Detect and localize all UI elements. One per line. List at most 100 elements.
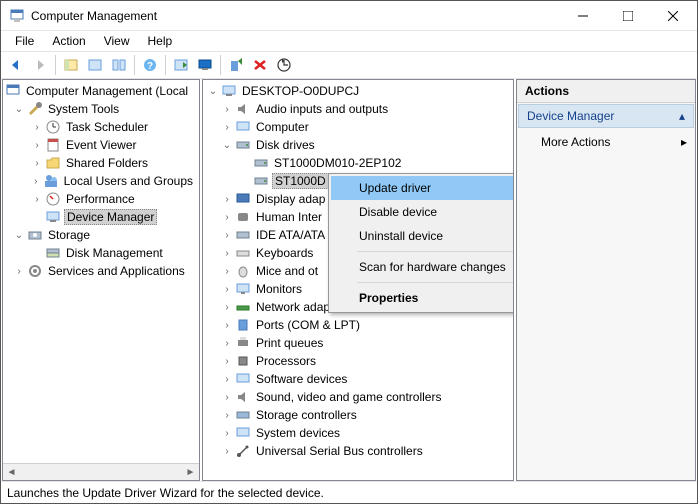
actions-section[interactable]: Device Manager ▴ — [518, 104, 694, 128]
collapse-icon[interactable]: ⌄ — [13, 229, 25, 241]
expand-icon[interactable]: › — [221, 445, 233, 457]
actions-header: Actions — [517, 80, 695, 103]
expand-icon[interactable]: › — [31, 157, 43, 169]
tree-local-users[interactable]: › Local Users and Groups — [3, 172, 199, 190]
device-ports[interactable]: ›Ports (COM & LPT) — [203, 316, 513, 334]
menu-disable-device[interactable]: Disable device — [331, 200, 514, 224]
tree-root[interactable]: Computer Management (Local — [3, 82, 199, 100]
device-print[interactable]: ›Print queues — [203, 334, 513, 352]
view-button-2[interactable] — [108, 54, 130, 76]
menu-uninstall-device[interactable]: Uninstall device — [331, 224, 514, 248]
tree-system-tools[interactable]: ⌄ System Tools — [3, 100, 199, 118]
tree-services[interactable]: › Services and Applications — [3, 262, 199, 280]
pc-icon — [235, 119, 251, 135]
collapse-icon[interactable]: ⌄ — [13, 103, 25, 115]
software-icon — [235, 371, 251, 387]
expand-icon[interactable]: › — [221, 193, 233, 205]
expand-icon[interactable]: › — [31, 193, 43, 205]
device-processors[interactable]: ›Processors — [203, 352, 513, 370]
expand-icon[interactable]: › — [221, 373, 233, 385]
performance-icon — [45, 191, 61, 207]
menu-action[interactable]: Action — [44, 32, 93, 50]
expand-icon[interactable]: › — [221, 211, 233, 223]
tree-event-viewer[interactable]: › Event Viewer — [3, 136, 199, 154]
expand-icon[interactable]: › — [31, 121, 43, 133]
device-root[interactable]: ⌄ DESKTOP-O0DUPCJ — [203, 82, 513, 100]
expand-icon[interactable]: › — [221, 355, 233, 367]
expand-icon[interactable]: › — [31, 139, 43, 151]
device-disk-1[interactable]: ST1000DM010-2EP102 — [203, 154, 513, 172]
expand-icon[interactable]: › — [221, 229, 233, 241]
minimize-button[interactable] — [560, 1, 605, 30]
device-storage-ctrl[interactable]: ›Storage controllers — [203, 406, 513, 424]
collapse-icon[interactable]: ⌄ — [221, 139, 233, 151]
computer-mgmt-icon — [5, 83, 21, 99]
clock-icon — [45, 119, 61, 135]
expand-icon[interactable]: › — [221, 247, 233, 259]
device-audio[interactable]: ›Audio inputs and outputs — [203, 100, 513, 118]
menu-properties[interactable]: Properties — [331, 286, 514, 310]
forward-button[interactable] — [29, 54, 51, 76]
device-disk-drives[interactable]: ⌄Disk drives — [203, 136, 513, 154]
expand-icon[interactable]: › — [31, 175, 41, 187]
svg-text:?: ? — [147, 61, 153, 72]
expand-icon[interactable]: › — [221, 409, 233, 421]
computer-icon — [221, 83, 237, 99]
title-bar: Computer Management — [1, 1, 697, 31]
action-button-1[interactable] — [170, 54, 192, 76]
mouse-icon — [235, 263, 251, 279]
tree-shared-folders[interactable]: › Shared Folders — [3, 154, 199, 172]
uninstall-button[interactable] — [249, 54, 271, 76]
expand-icon[interactable]: › — [221, 391, 233, 403]
expand-icon[interactable]: › — [221, 301, 233, 313]
tree-device-manager[interactable]: Device Manager — [3, 208, 199, 226]
collapse-arrow-icon: ▴ — [679, 109, 685, 123]
tree-disk-management[interactable]: Disk Management — [3, 244, 199, 262]
shared-folder-icon — [45, 155, 61, 171]
details-pane: ⌄ DESKTOP-O0DUPCJ ›Audio inputs and outp… — [202, 79, 514, 481]
expand-icon[interactable]: › — [221, 103, 233, 115]
hid-icon — [235, 209, 251, 225]
menu-separator — [357, 251, 514, 252]
device-software[interactable]: ›Software devices — [203, 370, 513, 388]
monitor-button[interactable] — [194, 54, 216, 76]
usb-icon — [235, 443, 251, 459]
event-icon — [45, 137, 61, 153]
close-button[interactable] — [650, 1, 695, 30]
menu-bar: File Action View Help — [1, 31, 697, 51]
actions-more[interactable]: More Actions ▸ — [517, 129, 695, 155]
maximize-button[interactable] — [605, 1, 650, 30]
help-button[interactable]: ? — [139, 54, 161, 76]
view-button-1[interactable] — [84, 54, 106, 76]
menu-file[interactable]: File — [7, 32, 42, 50]
update-driver-button[interactable] — [225, 54, 247, 76]
display-icon — [235, 191, 251, 207]
tree-storage[interactable]: ⌄ Storage — [3, 226, 199, 244]
collapse-icon[interactable]: ⌄ — [207, 85, 219, 97]
expand-icon[interactable]: › — [221, 319, 233, 331]
device-sound[interactable]: ›Sound, video and game controllers — [203, 388, 513, 406]
expand-icon[interactable]: › — [221, 337, 233, 349]
disk-mgmt-icon — [45, 245, 61, 261]
expand-icon[interactable]: › — [221, 427, 233, 439]
tree-performance[interactable]: › Performance — [3, 190, 199, 208]
storage-ctrl-icon — [235, 407, 251, 423]
menu-update-driver[interactable]: Update driver — [331, 176, 514, 200]
expand-icon[interactable]: › — [13, 265, 25, 277]
expand-icon[interactable]: › — [221, 283, 233, 295]
device-computer[interactable]: ›Computer — [203, 118, 513, 136]
device-usb[interactable]: ›Universal Serial Bus controllers — [203, 442, 513, 460]
back-button[interactable] — [5, 54, 27, 76]
menu-view[interactable]: View — [96, 32, 138, 50]
show-hide-button[interactable] — [60, 54, 82, 76]
scrollbar-horizontal[interactable]: ◄► — [3, 463, 199, 480]
menu-help[interactable]: Help — [140, 32, 181, 50]
device-system[interactable]: ›System devices — [203, 424, 513, 442]
tree-task-scheduler[interactable]: › Task Scheduler — [3, 118, 199, 136]
monitor-icon — [235, 281, 251, 297]
expand-icon[interactable]: › — [221, 265, 233, 277]
menu-scan-hardware[interactable]: Scan for hardware changes — [331, 255, 514, 279]
scan-button[interactable] — [273, 54, 295, 76]
expand-icon[interactable]: › — [221, 121, 233, 133]
device-mgr-icon — [45, 209, 61, 225]
